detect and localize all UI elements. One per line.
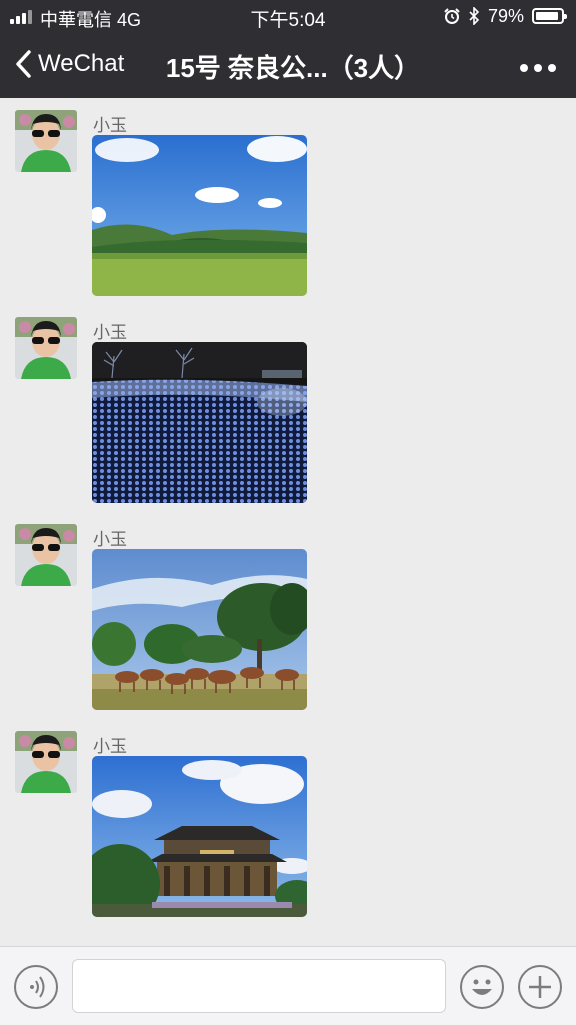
avatar[interactable] xyxy=(15,731,77,793)
sender-name: 小玉 xyxy=(93,323,127,342)
message-item: 小玉 xyxy=(0,719,576,919)
message-item: 小玉 xyxy=(0,98,576,298)
back-label: WeChat xyxy=(38,50,125,77)
more-dot-icon xyxy=(548,64,556,72)
chat-title: 15号 奈良公...（3人） xyxy=(165,53,421,83)
voice-button[interactable] xyxy=(14,965,58,1009)
smiley-icon xyxy=(472,979,492,995)
message-item: 小玉 xyxy=(0,305,576,505)
battery-icon xyxy=(532,8,567,24)
voice-icon xyxy=(30,976,45,998)
sender-name: 小玉 xyxy=(93,116,127,135)
emoji-button[interactable] xyxy=(460,965,504,1009)
message-item: 小玉 xyxy=(0,512,576,712)
alarm-icon xyxy=(444,8,460,24)
deer-under-trees-photo[interactable] xyxy=(92,549,307,710)
sender-name: 小玉 xyxy=(93,530,127,549)
more-dot-icon xyxy=(520,64,528,72)
avatar[interactable] xyxy=(15,524,77,586)
more-button[interactable] xyxy=(520,64,556,72)
more-dot-icon xyxy=(534,64,542,72)
park-meadow-photo[interactable] xyxy=(92,135,307,296)
plus-icon xyxy=(529,976,551,998)
chevron-left-icon xyxy=(16,50,31,78)
blue-light-field-photo[interactable] xyxy=(92,342,307,503)
avatar[interactable] xyxy=(15,317,77,379)
nav-bar: WeChat 15号 奈良公...（3人） xyxy=(0,34,576,98)
status-bar: 中華電信 4G 下午5:04 79% xyxy=(0,0,576,34)
back-button[interactable]: WeChat xyxy=(14,49,124,79)
avatar[interactable] xyxy=(15,110,77,172)
temple-hall-photo[interactable] xyxy=(92,756,307,917)
bluetooth-icon xyxy=(469,7,480,25)
message-input[interactable] xyxy=(72,959,446,1013)
battery-percent: 79% xyxy=(487,5,524,26)
sender-name: 小玉 xyxy=(93,737,127,756)
more-functions-button[interactable] xyxy=(518,965,562,1009)
input-bar xyxy=(0,946,576,1025)
top-bar: 中華電信 4G 下午5:04 79% WeChat 15号 奈良公...（3人） xyxy=(0,0,576,98)
